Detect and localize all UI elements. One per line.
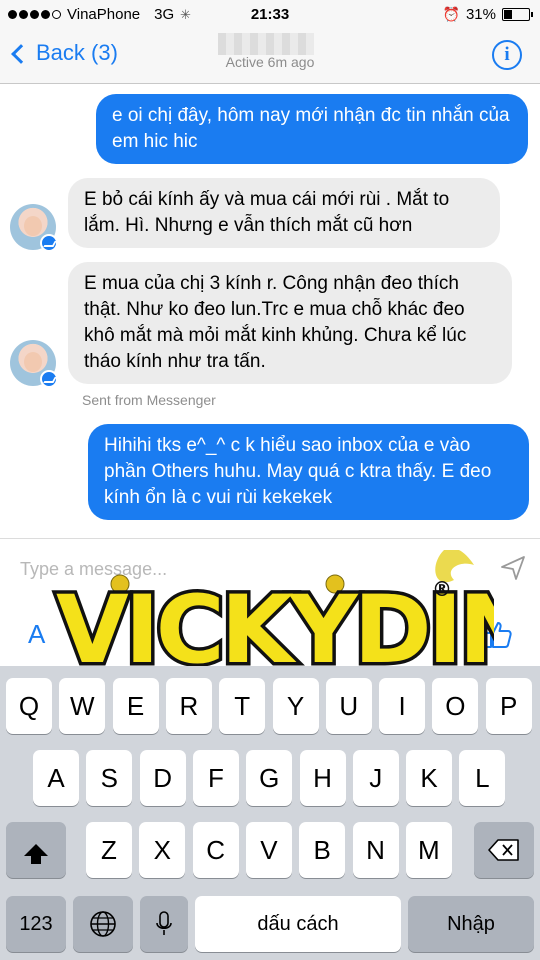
- key-l[interactable]: L: [459, 750, 506, 806]
- key-s[interactable]: S: [86, 750, 133, 806]
- key-u[interactable]: U: [325, 678, 372, 734]
- key-f[interactable]: F: [192, 750, 239, 806]
- key-t[interactable]: T: [219, 678, 266, 734]
- message-bubble-incoming[interactable]: E mua của chị 3 kính r. Công nhận đeo th…: [68, 262, 512, 384]
- message-text: E bỏ cái kính ấy và mua cái mới rùi . Mắ…: [84, 189, 450, 236]
- key-y[interactable]: Y: [272, 678, 319, 734]
- key-e[interactable]: E: [112, 678, 159, 734]
- message-bubble-outgoing[interactable]: e oi chị đây, hôm nay mới nhận đc tin nh…: [96, 94, 528, 164]
- message-input[interactable]: [20, 559, 470, 580]
- messenger-badge-icon: [40, 234, 58, 252]
- key-d[interactable]: D: [139, 750, 186, 806]
- key-p[interactable]: P: [485, 678, 532, 734]
- contact-avatar[interactable]: [10, 340, 58, 388]
- key-i[interactable]: I: [379, 678, 426, 734]
- key-c[interactable]: C: [192, 822, 239, 878]
- active-status: Active 6m ago: [225, 54, 315, 70]
- status-bar: VinaPhone 3G ✳ 21:33 ⏰ 31%: [0, 0, 540, 30]
- message-bubble-incoming[interactable]: E bỏ cái kính ấy và mua cái mới rùi . Mắ…: [68, 178, 500, 248]
- dictation-key[interactable]: [140, 896, 188, 952]
- contact-name-redacted[interactable]: [218, 33, 314, 55]
- key-m[interactable]: M: [405, 822, 452, 878]
- key-b[interactable]: B: [299, 822, 346, 878]
- key-x[interactable]: X: [139, 822, 186, 878]
- info-icon[interactable]: i: [492, 40, 522, 70]
- microphone-icon: [156, 911, 172, 935]
- return-key[interactable]: Nhập: [408, 896, 534, 952]
- key-v[interactable]: V: [245, 822, 292, 878]
- alarm-icon: ⏰: [442, 6, 460, 22]
- thumbs-up-icon[interactable]: [482, 619, 514, 651]
- key-z[interactable]: Z: [86, 822, 132, 878]
- message-text: e oi chị đây, hôm nay mới nhận đc tin nh…: [112, 105, 510, 152]
- space-key[interactable]: dấu cách: [195, 896, 401, 952]
- key-n[interactable]: N: [352, 822, 399, 878]
- delete-key[interactable]: [474, 822, 534, 878]
- key-o[interactable]: O: [432, 678, 479, 734]
- message-text: Hihihi tks e^_^ c k hiểu sao inbox của e…: [104, 435, 492, 508]
- backspace-icon: [488, 839, 519, 861]
- key-w[interactable]: W: [59, 678, 106, 734]
- sent-from-label: Sent from Messenger: [82, 392, 216, 408]
- message-composer: A: [0, 538, 540, 666]
- key-k[interactable]: K: [406, 750, 453, 806]
- message-text: E mua của chị 3 kính r. Công nhận đeo th…: [84, 273, 467, 372]
- numbers-key[interactable]: 123: [6, 896, 66, 952]
- key-h[interactable]: H: [299, 750, 346, 806]
- battery-percent: 31%: [465, 6, 496, 23]
- text-size-button[interactable]: A: [28, 619, 45, 650]
- messenger-badge-icon: [40, 370, 58, 388]
- battery-icon: [502, 8, 533, 21]
- key-q[interactable]: Q: [6, 678, 52, 734]
- key-j[interactable]: J: [352, 750, 399, 806]
- key-r[interactable]: R: [165, 678, 212, 734]
- globe-key[interactable]: [73, 896, 133, 952]
- key-g[interactable]: G: [246, 750, 293, 806]
- on-screen-keyboard: 123 dấu cách Nhập QWERTYUIOP ASDFGHJKL ZXC…: [0, 666, 540, 960]
- key-a[interactable]: A: [33, 750, 79, 806]
- globe-icon: [90, 911, 116, 937]
- contact-avatar[interactable]: [10, 204, 58, 252]
- conversation-header: Back (3) Active 6m ago i: [0, 30, 540, 84]
- message-bubble-outgoing[interactable]: Hihihi tks e^_^ c k hiểu sao inbox của e…: [88, 424, 529, 520]
- shift-arrow-icon: [24, 844, 48, 864]
- shift-key[interactable]: [6, 822, 66, 878]
- send-icon[interactable]: [498, 553, 528, 583]
